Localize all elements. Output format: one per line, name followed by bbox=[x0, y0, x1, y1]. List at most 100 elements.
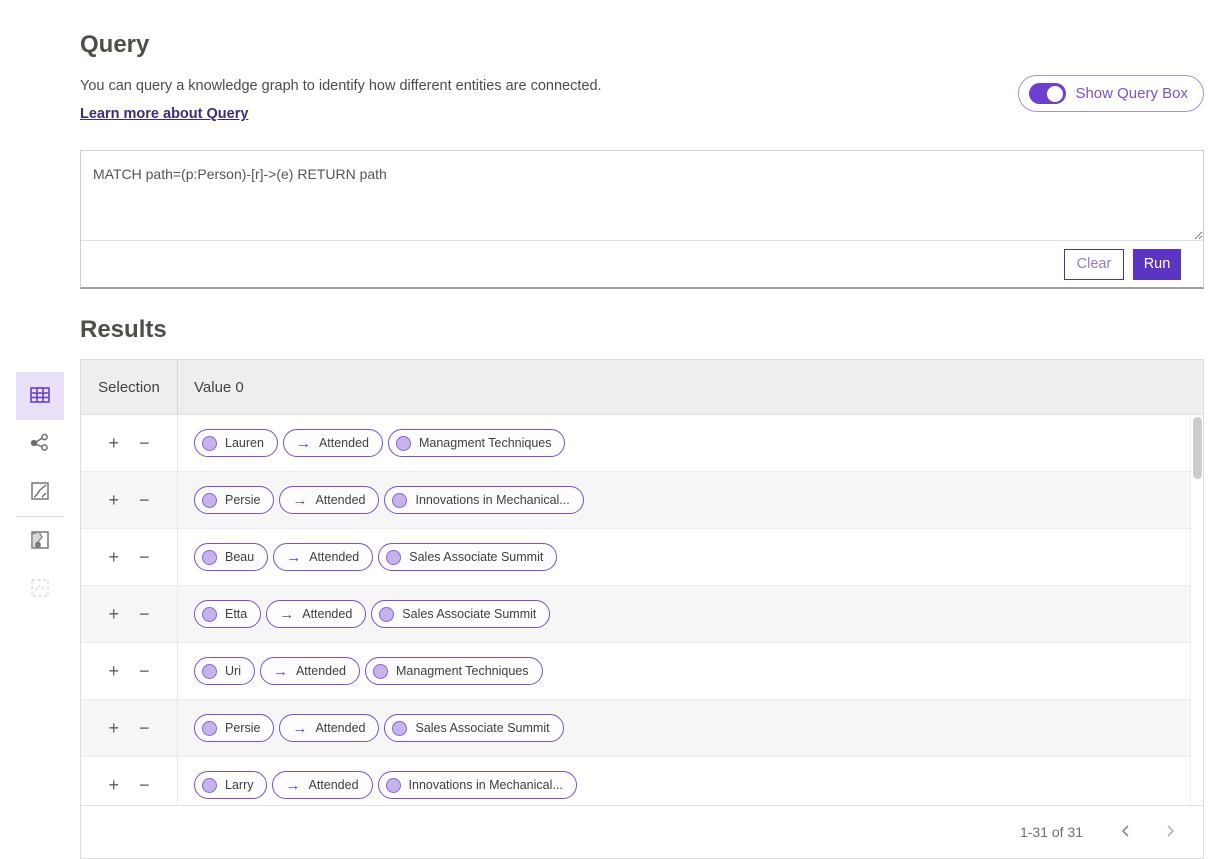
selection-cell: + − bbox=[81, 472, 178, 528]
results-title: Results bbox=[80, 316, 1204, 344]
target-node-pill[interactable]: Managment Techniques bbox=[388, 429, 566, 457]
scrollbar-thumb[interactable] bbox=[1193, 417, 1202, 479]
add-to-selection-button[interactable]: + bbox=[106, 660, 121, 682]
selection-cell: + − bbox=[81, 586, 178, 642]
target-node-pill[interactable]: Innovations in Mechanical... bbox=[384, 486, 583, 514]
edge-pill[interactable]: → Attended bbox=[272, 771, 372, 799]
remove-from-selection-button[interactable]: − bbox=[137, 603, 152, 625]
add-to-selection-button[interactable]: + bbox=[106, 546, 121, 568]
map-icon bbox=[29, 529, 51, 554]
node-icon bbox=[202, 607, 217, 622]
edge-pill[interactable]: → Attended bbox=[283, 429, 383, 457]
path-cell: Beau → Attended Sales Associate Summit bbox=[178, 529, 1203, 585]
results-rows-viewport: + − Lauren → Attended Managment Techniqu… bbox=[81, 415, 1203, 805]
selection-cell: + − bbox=[81, 643, 178, 699]
sidebar-item-map-view[interactable] bbox=[16, 517, 64, 565]
target-node-pill[interactable]: Managment Techniques bbox=[365, 657, 543, 685]
page-title: Query bbox=[80, 31, 1204, 59]
remove-from-selection-button[interactable]: − bbox=[137, 717, 152, 739]
source-node-pill[interactable]: Etta bbox=[194, 600, 261, 628]
toggle-knob bbox=[1047, 86, 1063, 102]
query-actions: Clear Run bbox=[81, 241, 1203, 287]
edge-pill[interactable]: → Attended bbox=[273, 543, 373, 571]
node-icon bbox=[202, 550, 217, 565]
target-node-pill[interactable]: Sales Associate Summit bbox=[384, 714, 563, 742]
node-icon bbox=[392, 493, 407, 508]
path-cell: Uri → Attended Managment Techniques bbox=[178, 643, 1203, 699]
remove-from-selection-button[interactable]: − bbox=[137, 546, 152, 568]
add-to-selection-button[interactable]: + bbox=[106, 489, 121, 511]
sidebar-item-link-chart-view[interactable] bbox=[16, 420, 64, 468]
node-icon bbox=[202, 436, 217, 451]
target-node-pill[interactable]: Sales Associate Summit bbox=[378, 543, 557, 571]
arrow-right-icon: → bbox=[273, 664, 288, 679]
edge-pill[interactable]: → Attended bbox=[260, 657, 360, 685]
edge-pill[interactable]: → Attended bbox=[279, 486, 379, 514]
intro-text-block: You can query a knowledge graph to ident… bbox=[80, 76, 602, 123]
source-node-pill[interactable]: Persie bbox=[194, 486, 274, 514]
table-row: + − Uri → Attended Managment Techniques bbox=[81, 643, 1203, 700]
sidebar-item-chart-view[interactable] bbox=[16, 468, 64, 516]
path-cell: Persie → Attended Innovations in Mechani… bbox=[178, 472, 1203, 528]
sidebar-item-layout-view-disabled bbox=[16, 565, 64, 613]
clear-button[interactable]: Clear bbox=[1064, 249, 1124, 280]
remove-from-selection-button[interactable]: − bbox=[137, 432, 152, 454]
results-table-header: Selection Value 0 bbox=[81, 360, 1203, 415]
arrow-right-icon: → bbox=[285, 778, 300, 793]
path-cell: Larry → Attended Innovations in Mechanic… bbox=[178, 757, 1203, 805]
add-to-selection-button[interactable]: + bbox=[106, 432, 121, 454]
table-row: + − Lauren → Attended Managment Techniqu… bbox=[81, 415, 1203, 472]
chart-icon bbox=[29, 480, 51, 505]
remove-from-selection-button[interactable]: − bbox=[137, 660, 152, 682]
link-chart-icon bbox=[29, 432, 51, 457]
intro-row: You can query a knowledge graph to ident… bbox=[80, 76, 1204, 123]
source-node-pill[interactable]: Larry bbox=[194, 771, 267, 799]
toggle-switch-icon[interactable] bbox=[1029, 83, 1066, 104]
chevron-left-icon[interactable] bbox=[1111, 820, 1141, 845]
arrow-right-icon: → bbox=[292, 721, 307, 736]
add-to-selection-button[interactable]: + bbox=[106, 603, 121, 625]
remove-from-selection-button[interactable]: − bbox=[137, 489, 152, 511]
node-icon bbox=[396, 436, 411, 451]
pagination-range-label: 1-31 of 31 bbox=[1020, 824, 1083, 840]
selection-cell: + − bbox=[81, 529, 178, 585]
table-row: + − Persie → Attended Innovations in Mec… bbox=[81, 472, 1203, 529]
node-icon bbox=[202, 493, 217, 508]
results-table: Selection Value 0 + − Lauren bbox=[80, 359, 1204, 859]
target-node-pill[interactable]: Sales Associate Summit bbox=[371, 600, 550, 628]
vertical-scrollbar[interactable] bbox=[1190, 415, 1203, 805]
show-query-box-toggle[interactable]: Show Query Box bbox=[1018, 75, 1204, 112]
source-node-pill[interactable]: Beau bbox=[194, 543, 268, 571]
table-row: + − Beau → Attended Sales Associate Summ… bbox=[81, 529, 1203, 586]
arrow-right-icon: → bbox=[279, 607, 294, 622]
page-description: You can query a knowledge graph to ident… bbox=[80, 76, 602, 97]
arrow-right-icon: → bbox=[296, 436, 311, 451]
query-input[interactable]: MATCH path=(p:Person)-[r]->(e) RETURN pa… bbox=[81, 151, 1203, 241]
path-cell: Etta → Attended Sales Associate Summit bbox=[178, 586, 1203, 642]
selection-cell: + − bbox=[81, 415, 178, 471]
run-button[interactable]: Run bbox=[1133, 249, 1181, 280]
sidebar-item-table-view[interactable] bbox=[16, 372, 64, 420]
source-node-pill[interactable]: Lauren bbox=[194, 429, 278, 457]
query-box-card: MATCH path=(p:Person)-[r]->(e) RETURN pa… bbox=[80, 150, 1204, 289]
target-node-pill[interactable]: Innovations in Mechanical... bbox=[378, 771, 577, 799]
selection-cell: + − bbox=[81, 700, 178, 756]
source-node-pill[interactable]: Uri bbox=[194, 657, 255, 685]
table-row: + − Larry → Attended Innovations in Mech… bbox=[81, 757, 1203, 805]
table-icon bbox=[29, 384, 51, 409]
edge-pill[interactable]: → Attended bbox=[266, 600, 366, 628]
node-icon bbox=[202, 778, 217, 793]
remove-from-selection-button[interactable]: − bbox=[137, 774, 152, 796]
learn-more-link[interactable]: Learn more about Query bbox=[80, 106, 248, 122]
source-node-pill[interactable]: Persie bbox=[194, 714, 274, 742]
add-to-selection-button[interactable]: + bbox=[106, 774, 121, 796]
node-icon bbox=[392, 721, 407, 736]
path-cell: Lauren → Attended Managment Techniques bbox=[178, 415, 1203, 471]
add-to-selection-button[interactable]: + bbox=[106, 717, 121, 739]
node-icon bbox=[386, 550, 401, 565]
node-icon bbox=[379, 607, 394, 622]
column-header-value0: Value 0 bbox=[178, 360, 1203, 414]
node-icon bbox=[386, 778, 401, 793]
edge-pill[interactable]: → Attended bbox=[279, 714, 379, 742]
chevron-right-icon[interactable] bbox=[1155, 820, 1185, 845]
